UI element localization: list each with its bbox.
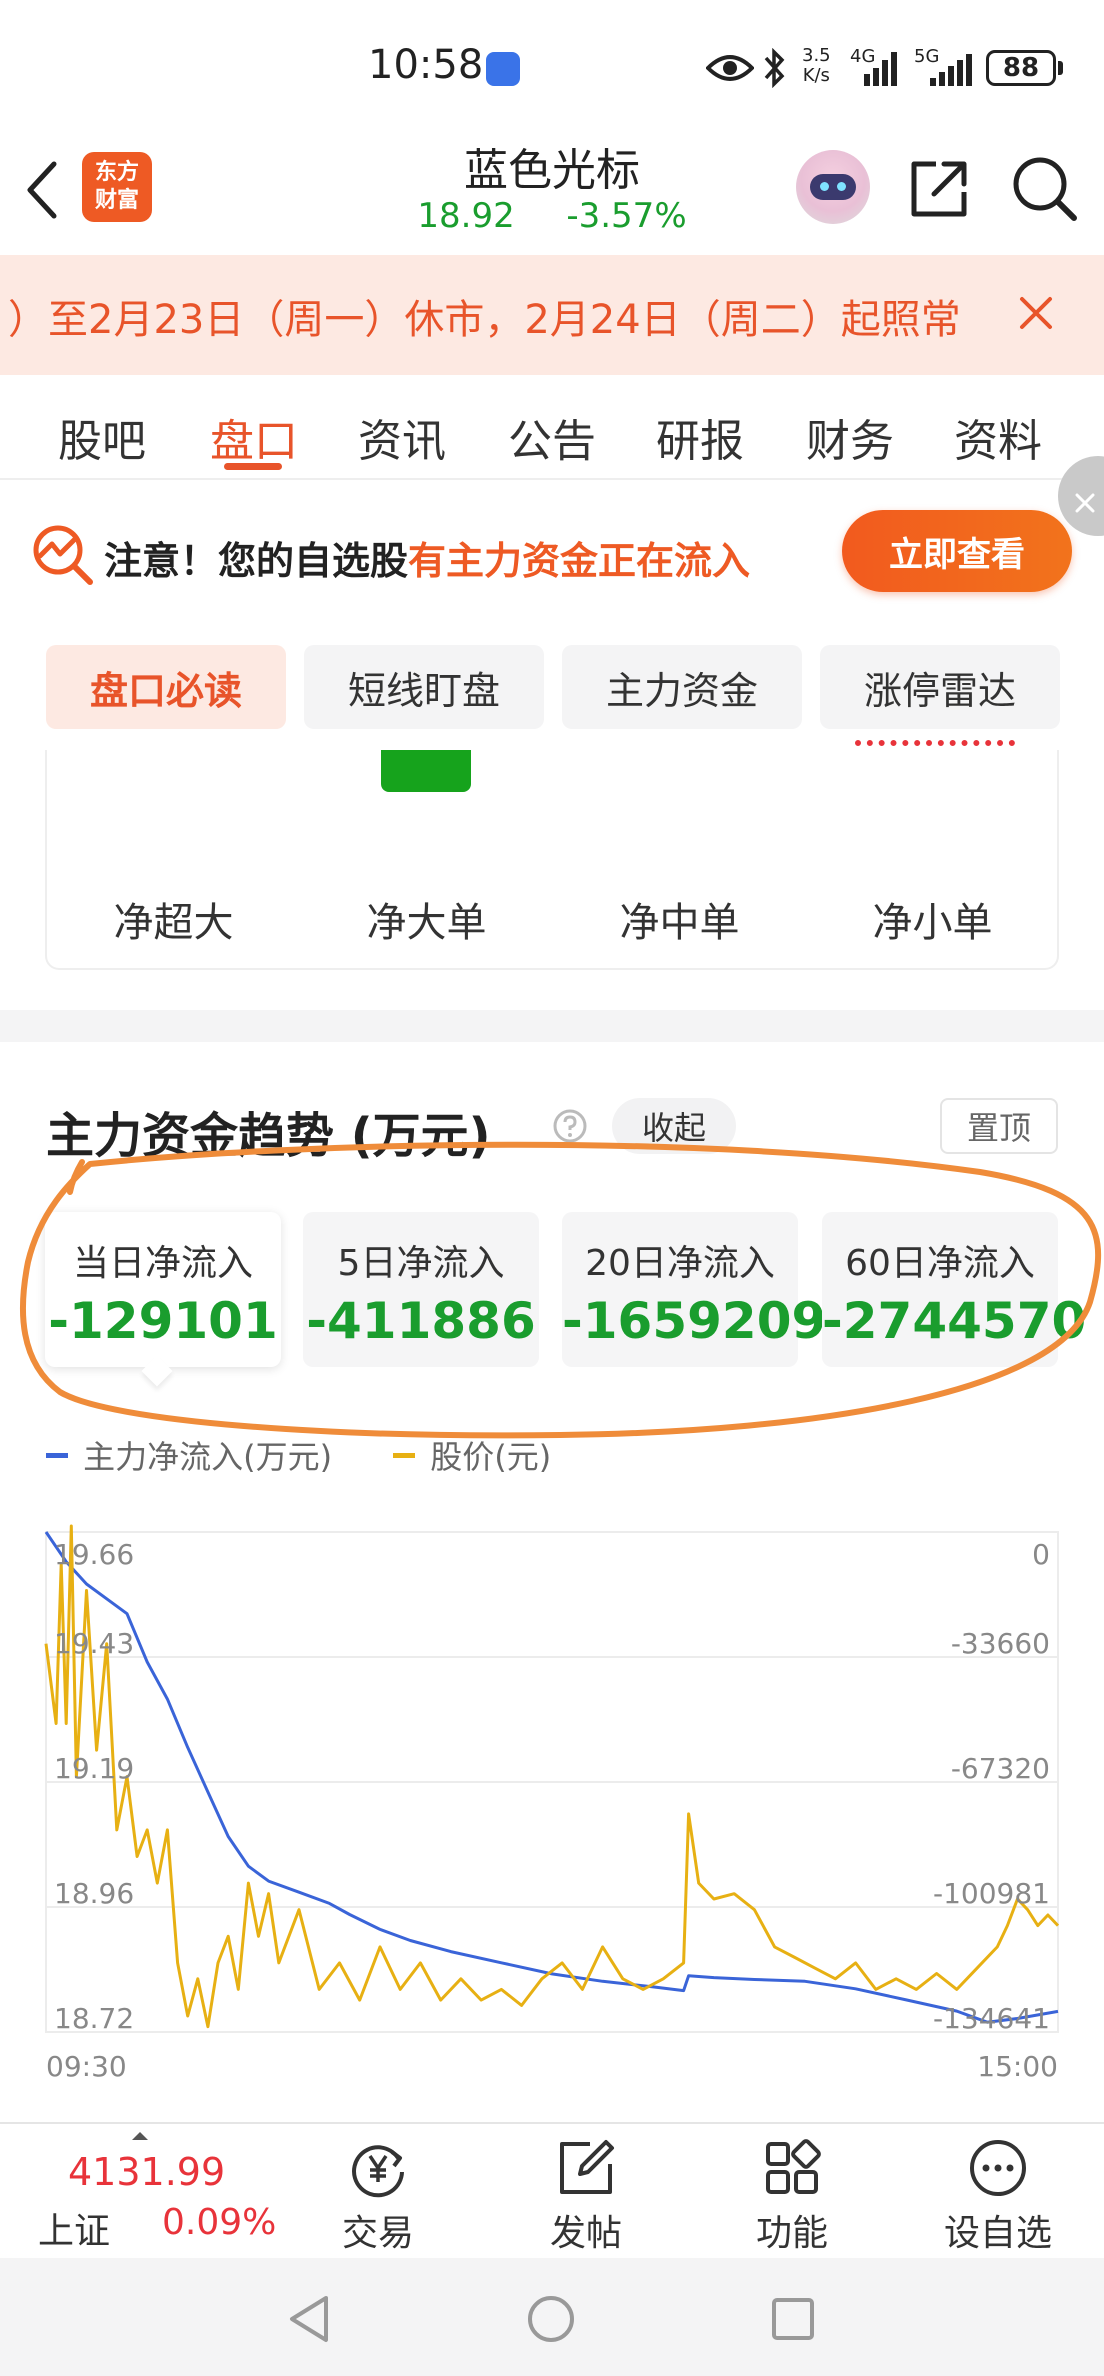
stock-change: -3.57%: [566, 196, 687, 236]
up-caret-icon: [132, 2132, 148, 2140]
x-start-label: 09:30: [46, 2050, 127, 2083]
tab-guba[interactable]: 股吧: [58, 405, 146, 469]
yen-cycle-icon: [352, 2145, 404, 2198]
tab-research[interactable]: 研报: [656, 405, 744, 469]
flow-label-large: 净大单: [366, 900, 487, 946]
left-tick-label: 19.43: [54, 1627, 134, 1660]
index-name: 上证: [38, 2211, 111, 2252]
nav-post[interactable]: 发帖: [496, 2124, 676, 2260]
nav-functions[interactable]: 功能: [702, 2124, 882, 2260]
bottom-nav: 4131.99 上证 0.09% 交易 发帖 功能 设自选: [0, 2122, 1104, 2258]
flow-label-medium: 净中单: [619, 900, 740, 946]
flow-label-small: 净小单: [872, 900, 993, 946]
nav-trade[interactable]: 交易: [288, 2124, 468, 2260]
nav-add-watchlist[interactable]: 设自选: [908, 2124, 1088, 2260]
fund-trend-chart: 19.66 19.43 19.19 18.96 18.72 0 -33660 -67320 -1…: [44, 1524, 1060, 2083]
section-divider: [0, 1010, 1104, 1042]
view-now-button[interactable]: 立即查看: [842, 510, 1072, 592]
main-fund-trend-section: 主力资金趋势 (万元) 收起 置顶 当日净流入 -129101 5日净流入 -4…: [0, 1042, 1104, 2092]
search-icon[interactable]: [1010, 154, 1080, 224]
system-nav-bar: [0, 2258, 1104, 2376]
eye-icon: [706, 55, 754, 81]
subtab-short-watch[interactable]: 短线盯盘: [304, 645, 544, 729]
index-value: 4131.99: [68, 2150, 226, 2194]
index-widget[interactable]: 4131.99 上证 0.09%: [28, 2124, 278, 2260]
price-line: [44, 1524, 1060, 2029]
right-tick-label: -67320: [951, 1752, 1050, 1785]
annotation-circle: [19, 1141, 1102, 1439]
stock-tabs: 股吧 盘口 资讯 公告 研报 财务 资料: [0, 375, 1104, 480]
back-triangle-icon[interactable]: [286, 2294, 334, 2344]
notice-text: ）至2月23日（周一）休市，2月24日（周二）起照常: [8, 297, 961, 343]
netflow-line: [44, 1531, 1059, 2024]
left-tick-label: 18.96: [54, 1877, 134, 1910]
x-end-label: 15:00: [977, 2050, 1058, 2083]
subtab-limit-radar[interactable]: 涨停雷达: [820, 645, 1060, 729]
home-circle-icon[interactable]: [526, 2294, 576, 2344]
battery-tip: [1058, 61, 1063, 75]
banner-text: 注意！您的自选股有主力资金正在流入: [104, 539, 751, 583]
tab-profile[interactable]: 资料: [954, 405, 1042, 469]
status-time: 10:58: [368, 42, 484, 88]
battery-indicator: 88: [986, 50, 1056, 86]
bluetooth-icon: [764, 48, 785, 88]
right-tick-label: 0: [1032, 1538, 1050, 1571]
right-tick-label: -33660: [951, 1627, 1050, 1660]
close-icon: [1075, 493, 1095, 513]
stock-price: 18.92: [417, 196, 515, 236]
left-tick-label: 18.72: [54, 2002, 134, 2035]
stock-header: 东方 财富 蓝色光标 18.92 -3.57%: [0, 130, 1104, 255]
holiday-notice-bar: ）至2月23日（周一）休市，2月24日（周二）起照常: [0, 255, 1104, 375]
right-tick-label: -134641: [933, 2002, 1050, 2035]
signal-bars-icon: [864, 52, 897, 86]
alert-banner[interactable]: 注意！您的自选股有主力资金正在流入 立即查看: [0, 456, 1104, 630]
share-icon[interactable]: [906, 156, 972, 222]
index-change: 0.09%: [162, 2202, 277, 2243]
more-dots-icon: [970, 2140, 1026, 2196]
app-notification-icon: [486, 52, 520, 86]
edit-icon: [560, 2140, 614, 2194]
net-speed: 3.5 K/s: [802, 45, 831, 86]
close-icon[interactable]: [1018, 295, 1054, 331]
pankou-sub-tabs: 盘口必读 短线盯盘 主力资金 涨停雷达: [0, 645, 1104, 735]
tab-pankou[interactable]: 盘口: [210, 405, 298, 469]
left-tick-label: 19.66: [54, 1538, 134, 1571]
signal-bars-icon: [930, 54, 972, 86]
flow-bar-large: [381, 750, 471, 792]
right-tick-label: -100981: [933, 1877, 1050, 1910]
grid-icon: [766, 2139, 821, 2194]
subtab-main-funds[interactable]: 主力资金: [562, 645, 802, 729]
robot-assistant-icon[interactable]: [796, 150, 870, 224]
status-bar: 10:58 3.5 K/s 4G 5G 88: [0, 0, 1104, 130]
left-tick-label: 19.19: [54, 1752, 134, 1785]
tab-finance[interactable]: 财务: [806, 405, 894, 469]
trend-alert-icon: [33, 525, 93, 585]
subtab-must-read[interactable]: 盘口必读: [46, 645, 286, 729]
active-tab-underline: [224, 463, 282, 470]
recents-square-icon[interactable]: [770, 2296, 816, 2342]
tab-announcement[interactable]: 公告: [508, 405, 596, 469]
flow-bar-value-partial: [855, 736, 1025, 758]
fund-flow-card: 净超大 净大单 净中单 净小单: [45, 740, 1059, 970]
tab-news[interactable]: 资讯: [358, 405, 446, 469]
flow-label-super: 净超大: [113, 900, 234, 946]
